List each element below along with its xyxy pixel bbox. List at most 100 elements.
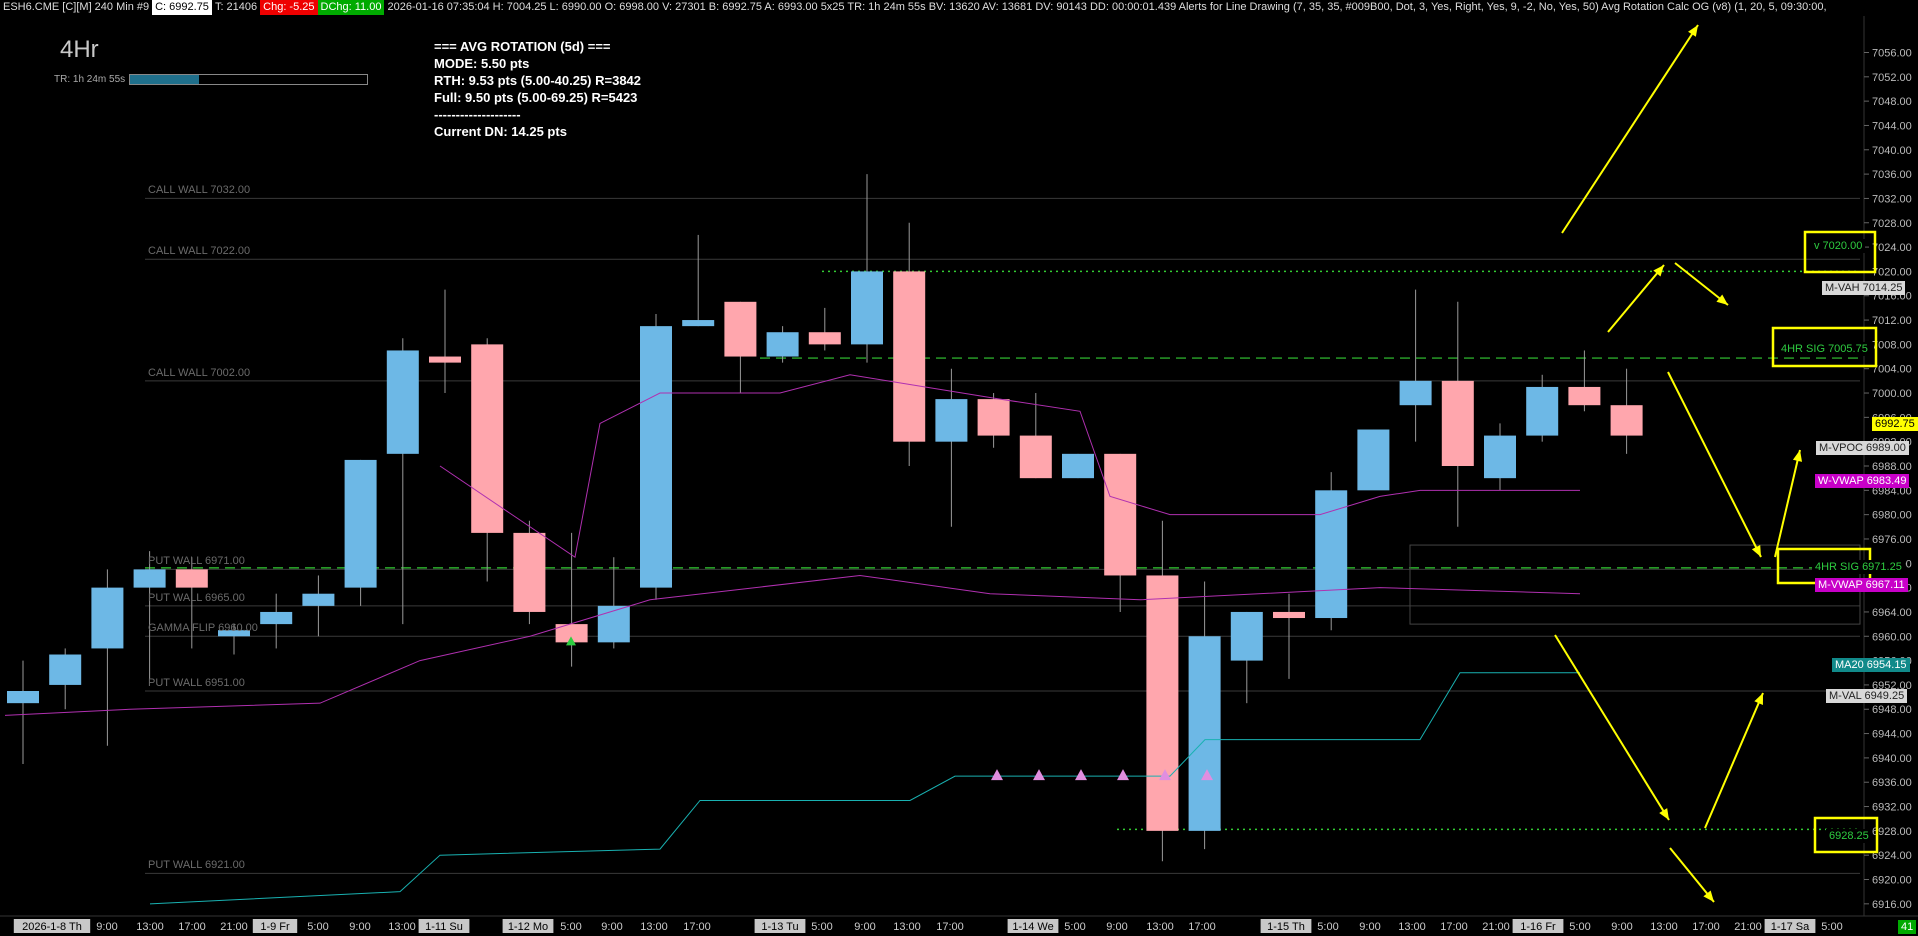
- annotation-arrow: [1561, 24, 1699, 234]
- time-tick-label: 9:00: [1611, 921, 1632, 933]
- rotation-current: Current DN: 14.25 pts: [434, 124, 567, 139]
- down-candle: [977, 399, 1010, 436]
- last-price-tag: 6992.75: [1872, 417, 1918, 431]
- up-candle: [1357, 429, 1390, 491]
- price-tick-label: 6976.00: [1872, 534, 1912, 546]
- price-tick-label: 7044.00: [1872, 120, 1912, 132]
- date-tick-label: 1-17 Sa: [1771, 921, 1810, 933]
- value-area-box: [1409, 544, 1861, 625]
- m-vwap-tag: M-VWAP 6967.11: [1815, 578, 1908, 592]
- up-candle: [1062, 453, 1094, 479]
- time-tick-label: 5:00: [560, 921, 581, 933]
- level-label: CALL WALL 7022.00: [148, 245, 251, 258]
- up-candle: [1188, 636, 1221, 831]
- signal-triangle-marker: [1075, 769, 1087, 781]
- down-candle: [1568, 386, 1601, 406]
- price-tick-label: 7052.00: [1872, 72, 1912, 84]
- time-tick-label: 13:00: [1650, 921, 1678, 933]
- sig-low-tag: 4HR SIG 6971.25: [1812, 560, 1905, 574]
- down-candle: [471, 344, 504, 533]
- date-tick-label: 1-13 Tu: [761, 921, 798, 933]
- price-tick-label: 7024.00: [1872, 242, 1912, 254]
- time-tick-label: 13:00: [1398, 921, 1426, 933]
- down-candle: [893, 271, 926, 442]
- price-tick-label: 7008.00: [1872, 339, 1912, 351]
- price-tick-label: 6916.00: [1872, 899, 1912, 911]
- down-candle: [429, 356, 461, 363]
- level-label: CALL WALL 7002.00: [148, 366, 251, 379]
- time-tick-label: 5:00: [307, 921, 328, 933]
- annotation-arrow: [1607, 264, 1665, 333]
- price-tick-label: 7048.00: [1872, 96, 1912, 108]
- date-tick-label: 1-11 Su: [425, 921, 463, 933]
- annotation-arrow-head: [1792, 450, 1803, 462]
- ma20-tag: MA20 6954.15: [1832, 658, 1910, 672]
- date-tick-label: 1-9 Fr: [260, 921, 290, 933]
- date-tick-label: 1-12 Mo: [508, 921, 548, 933]
- time-tick-label: 17:00: [683, 921, 711, 933]
- rotation-mode: MODE: 5.50 pts: [434, 56, 530, 71]
- time-tick-label: 21:00: [220, 921, 248, 933]
- up-candle: [1399, 380, 1432, 406]
- time-tick-label: 13:00: [136, 921, 164, 933]
- time-tick-label: 17:00: [178, 921, 206, 933]
- time-tick-label: 17:00: [1692, 921, 1720, 933]
- time-tick-label: 9:00: [1359, 921, 1380, 933]
- time-tick-label: 9:00: [1106, 921, 1127, 933]
- rotation-full: Full: 9.50 pts (5.00-69.25) R=5423: [434, 90, 638, 105]
- time-tick-label: 21:00: [1482, 921, 1510, 933]
- avg-rotation-panel: === AVG ROTATION (5d) === MODE: 5.50 pts…: [434, 38, 642, 140]
- up-candle: [851, 271, 883, 345]
- date-tick-label: 1-15 Th: [1267, 921, 1305, 933]
- up-candle: [302, 593, 335, 606]
- ma20-line: [149, 672, 1580, 905]
- date-tick-label: 1-16 Fr: [1520, 921, 1556, 933]
- m-vpoc-tag: M-VPOC 6989.00: [1816, 441, 1909, 455]
- down-candle: [1273, 611, 1305, 619]
- m-val-tag: M-VAL 6949.25: [1826, 689, 1908, 703]
- down-candle: [513, 532, 546, 612]
- down-candle: [1610, 405, 1643, 436]
- up-candle: [682, 320, 715, 327]
- annotation-arrow: [1554, 634, 1670, 821]
- time-tick-label: 9:00: [349, 921, 370, 933]
- down-candle: [175, 569, 208, 588]
- up-candle: [1526, 386, 1559, 436]
- sig-high-tag: 4HR SIG 7005.75: [1778, 342, 1871, 356]
- up-candle: [344, 459, 377, 588]
- up-candle: [260, 611, 293, 625]
- up-candle: [7, 691, 39, 704]
- price-tick-label: 7032.00: [1872, 193, 1912, 205]
- time-tick-label: 5:00: [1821, 921, 1842, 933]
- price-tick-label: 7000.00: [1872, 388, 1912, 400]
- down-candle: [1019, 435, 1052, 479]
- price-tick-label: 6988.00: [1872, 461, 1912, 473]
- up-candle: [1315, 490, 1348, 619]
- time-tick-label: 21:00: [1734, 921, 1762, 933]
- price-tick-label: 7020.00: [1872, 266, 1912, 278]
- time-tick-label: 13:00: [1146, 921, 1174, 933]
- v-line-tag: v 7020.00: [1811, 239, 1866, 253]
- price-chart[interactable]: 7056.00 7052.00 7048.00 7044.00 7040.00 7036.…: [0, 0, 1918, 936]
- level-label: PUT WALL 6951.00: [148, 677, 245, 689]
- date-tick-label: 1-14 We: [1012, 921, 1053, 933]
- time-tick-label: 13:00: [893, 921, 921, 933]
- time-tick-label: 17:00: [1188, 921, 1216, 933]
- level-label: GAMMA FLIP 6960.00: [148, 622, 258, 635]
- up-candle: [386, 350, 419, 454]
- time-tick-label: 5:00: [1569, 921, 1590, 933]
- time-remaining-fill: [130, 75, 199, 84]
- signal-triangle-marker: [991, 769, 1003, 781]
- price-tick-label: 6960.00: [1872, 631, 1912, 643]
- price-tick-label: 7036.00: [1872, 169, 1912, 181]
- signal-triangle-marker: [1033, 769, 1045, 781]
- down-candle: [724, 301, 757, 357]
- down-candle: [1104, 453, 1137, 576]
- price-tick-label: 6920.00: [1872, 875, 1912, 887]
- annotation-arrow: [1667, 371, 1762, 558]
- corner-badge: 41: [1898, 920, 1917, 934]
- rotation-title: === AVG ROTATION (5d) ===: [434, 39, 611, 54]
- time-remaining-bar: [129, 74, 369, 85]
- annotation-arrow-head: [1659, 808, 1669, 820]
- annotation-arrow: [1704, 692, 1764, 829]
